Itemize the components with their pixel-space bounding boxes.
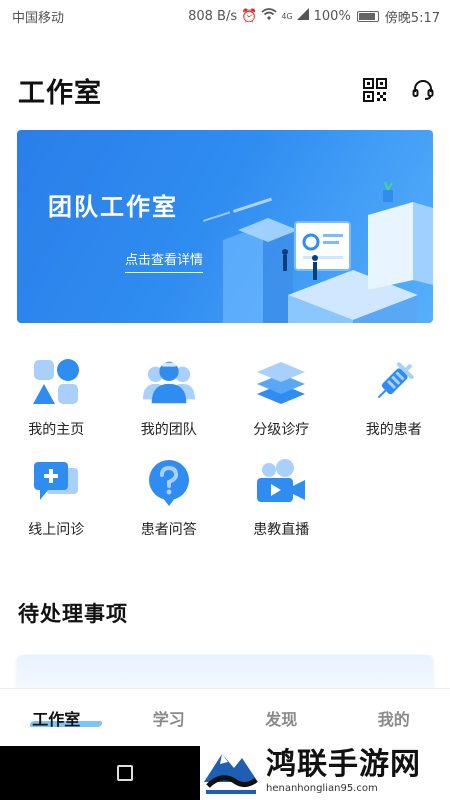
- grid-item-patient-qa[interactable]: 患者问答: [113, 455, 226, 555]
- tab-studio[interactable]: 工作室: [0, 689, 113, 746]
- grid-label: 患者问答: [140, 522, 197, 538]
- header-actions: [362, 77, 436, 103]
- grid-item-my-patients[interactable]: 我的患者: [338, 355, 450, 455]
- syringe-icon: [367, 355, 421, 409]
- alarm-icon: ⏰: [241, 8, 258, 24]
- banner-detail-link[interactable]: 点击查看详情: [125, 249, 204, 273]
- tab-discover[interactable]: 发现: [225, 689, 338, 746]
- team-studio-banner[interactable]: 团队工作室 点击查看详情: [17, 130, 433, 323]
- watermark-logo: [202, 742, 260, 798]
- chat-plus-icon: [29, 455, 83, 509]
- grid-label: 患教直播: [253, 522, 310, 538]
- video-camera-icon: [254, 455, 308, 509]
- tab-label: 发现: [265, 709, 298, 729]
- grid-label: 我的团队: [140, 422, 197, 438]
- grid-item-patient-live[interactable]: 患教直播: [225, 455, 338, 555]
- watermark-url: henanhonglian95.com: [266, 782, 378, 794]
- carrier-label: 中国移动: [12, 10, 65, 26]
- network-speed: 808 B/s: [188, 8, 238, 24]
- question-icon: [142, 455, 196, 509]
- recent-apps-button[interactable]: [117, 765, 133, 781]
- watermark: 鸿联手游网 henanhonglian95.com: [200, 740, 450, 800]
- pending-section-title: 待处理事项: [18, 602, 128, 626]
- banner-illustration: [203, 181, 433, 323]
- page-title: 工作室: [18, 77, 102, 109]
- status-indicators: 808 B/s ⏰ 4G 100% 傍晚5:17: [188, 7, 440, 26]
- team-icon: [142, 355, 196, 409]
- signal-icon: [296, 8, 310, 24]
- home-blocks-icon: [29, 355, 83, 409]
- grid-label: 分级诊疗: [253, 422, 310, 438]
- feature-row: 线上问诊 患者问答 患教直播: [0, 455, 450, 555]
- feature-row: 我的主页 我的团队 分级诊疗 我的患者: [0, 355, 450, 455]
- tab-label: 工作室: [32, 709, 81, 729]
- grid-item-my-team[interactable]: 我的团队: [113, 355, 226, 455]
- battery-percent: 100%: [313, 8, 351, 24]
- tab-label: 我的: [377, 709, 410, 729]
- network-type: 4G: [281, 11, 293, 21]
- bottom-tab-bar: 工作室 学习 发现 我的: [0, 688, 450, 746]
- grid-label: 我的主页: [28, 422, 85, 438]
- watermark-text: 鸿联手游网 henanhonglian95.com: [266, 747, 421, 794]
- banner-title: 团队工作室: [48, 193, 178, 221]
- status-bar: 中国移动 808 B/s ⏰ 4G 100% 傍晚5:17: [0, 0, 450, 32]
- qr-code-icon[interactable]: [362, 77, 388, 103]
- header: 工作室: [18, 70, 436, 110]
- grid-item-online-consult[interactable]: 线上问诊: [0, 455, 113, 555]
- tab-label: 学习: [152, 709, 185, 729]
- grid-label: 线上问诊: [28, 522, 85, 538]
- battery-icon: [356, 10, 379, 22]
- grid-item-tiered-care[interactable]: 分级诊疗: [225, 355, 338, 455]
- watermark-title: 鸿联手游网: [266, 746, 421, 782]
- layers-icon: [254, 355, 308, 409]
- grid-label: 我的患者: [365, 422, 422, 438]
- tab-mine[interactable]: 我的: [338, 689, 450, 746]
- clock: 傍晚5:17: [384, 10, 440, 26]
- tab-learning[interactable]: 学习: [113, 689, 226, 746]
- headset-icon[interactable]: [410, 77, 436, 103]
- wifi-icon: [261, 8, 277, 24]
- grid-item-my-homepage[interactable]: 我的主页: [0, 355, 113, 455]
- feature-grid: 我的主页 我的团队 分级诊疗 我的患者 线上问诊 患者问答 患教直播: [0, 355, 450, 555]
